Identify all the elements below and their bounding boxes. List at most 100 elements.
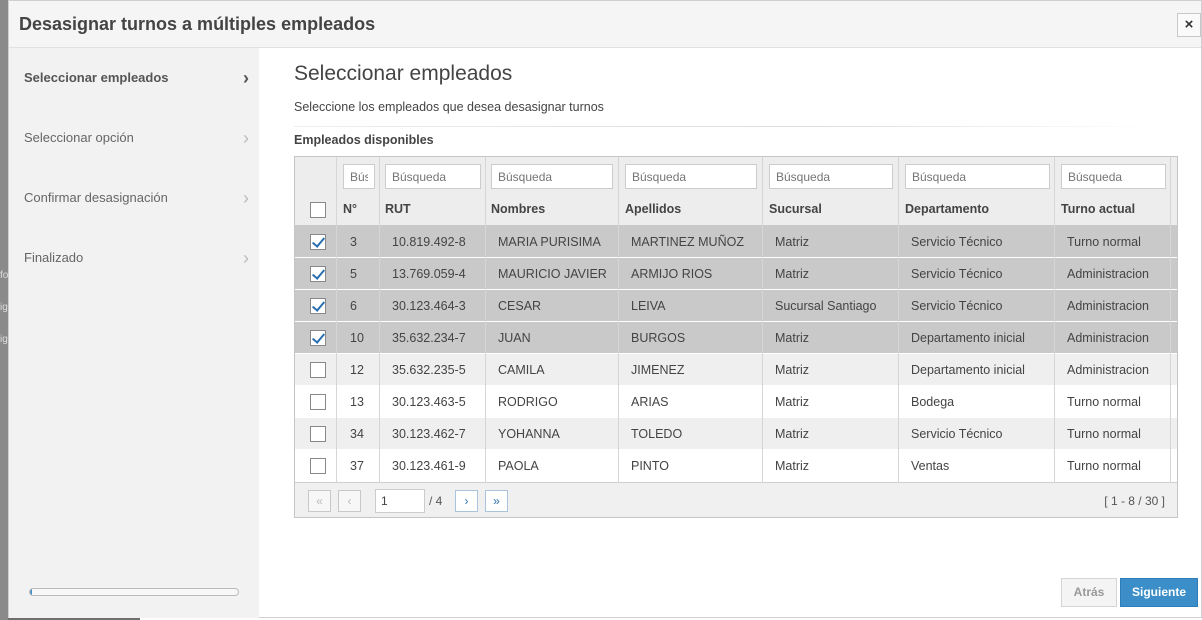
chevron-right-icon: › [243, 68, 249, 88]
step-label: Finalizado [24, 250, 84, 265]
cell-sucursal: Matriz [775, 363, 810, 377]
row-checkbox[interactable] [310, 394, 326, 410]
cell-sucursal: Matriz [775, 459, 810, 473]
column-separator [336, 157, 337, 482]
cell-turno: Turno normal [1067, 427, 1141, 441]
table-row[interactable]: 12 35.632.235-5 CAMILA JIMENEZ Matriz Departa… [295, 354, 1177, 386]
next-button[interactable]: Siguiente [1120, 578, 1198, 607]
row-checkbox[interactable] [310, 426, 326, 442]
pagination-info: [ 1 - 8 / 30 ] [1104, 494, 1165, 508]
row-checkbox[interactable] [310, 362, 326, 378]
page-number-input[interactable]: 1 [375, 489, 425, 513]
close-button[interactable]: × [1177, 13, 1201, 37]
cell-nombres: PAOLA [498, 459, 539, 473]
cell-n: 37 [350, 459, 364, 473]
back-button[interactable]: Atrás [1061, 578, 1117, 607]
background-text-fragment: ig [0, 302, 8, 313]
prev-page-button[interactable]: ‹ [338, 490, 361, 512]
header-turno-actual[interactable]: Turno actual [1061, 202, 1135, 216]
table-row[interactable]: 13 30.123.463-5 RODRIGO ARIAS Matriz Bodega Tu… [295, 386, 1177, 418]
cell-departamento: Departamento inicial [911, 363, 1025, 377]
page-total: / 4 [429, 494, 443, 508]
filter-input-apellidos[interactable] [625, 164, 757, 189]
header-rut[interactable]: RUT [385, 202, 411, 216]
step-select-employees[interactable]: Seleccionar empleados › [24, 68, 249, 90]
cell-n: 3 [350, 235, 357, 249]
step-label: Confirmar desasignación [24, 190, 168, 205]
cell-rut: 30.123.462-7 [392, 427, 466, 441]
table-row[interactable]: 37 30.123.461-9 PAOLA PINTO Matriz Ventas Turn… [295, 450, 1177, 482]
first-page-button[interactable]: « [308, 490, 331, 512]
table-row[interactable]: 3 10.819.492-8 MARIA PURISIMA MARTINEZ MUÑO… [295, 226, 1177, 258]
column-separator [485, 157, 486, 482]
cell-nombres: RODRIGO [498, 395, 558, 409]
column-separator [898, 157, 899, 482]
table-row[interactable]: 10 35.632.234-7 JUAN BURGOS Matriz Departamen… [295, 322, 1177, 354]
cell-nombres: MAURICIO JAVIER [498, 267, 607, 281]
cell-sucursal: Matriz [775, 395, 810, 409]
cell-rut: 30.123.461-9 [392, 459, 466, 473]
table-row[interactable]: 34 30.123.462-7 YOHANNA TOLEDO Matriz Servici… [295, 418, 1177, 450]
cell-turno: Administracion [1067, 363, 1149, 377]
cell-sucursal: Matriz [775, 267, 810, 281]
modal-header: Desasignar turnos a múltiples empleados … [9, 1, 1201, 48]
cell-apellidos: BURGOS [631, 331, 686, 345]
cell-departamento: Servicio Técnico [911, 299, 1003, 313]
page-subtitle: Seleccione los empleados que desea desas… [294, 100, 604, 114]
cell-turno: Administracion [1067, 267, 1149, 281]
table-row[interactable]: 6 30.123.464-3 CESAR LEIVA Sucursal Santiago… [295, 290, 1177, 322]
column-separator [762, 157, 763, 482]
step-finished[interactable]: Finalizado › [24, 248, 249, 270]
filter-input-departamento[interactable] [905, 164, 1050, 189]
step-select-option[interactable]: Seleccionar opción › [24, 128, 249, 150]
column-separator [1054, 157, 1055, 482]
filter-input-nombres[interactable] [491, 164, 613, 189]
header-nombres[interactable]: Nombres [491, 202, 545, 216]
table-row[interactable]: 5 13.769.059-4 MAURICIO JAVIER ARMIJO RIOS M… [295, 258, 1177, 290]
step-confirm-unassignment[interactable]: Confirmar desasignación › [24, 188, 249, 210]
cell-nombres: YOHANNA [498, 427, 560, 441]
divider [294, 126, 1154, 127]
row-checkbox[interactable] [310, 266, 326, 282]
chevron-right-icon: › [243, 128, 249, 148]
select-all-checkbox[interactable] [310, 202, 326, 218]
filter-input-rut[interactable] [385, 164, 481, 189]
row-checkbox[interactable] [310, 458, 326, 474]
employees-table: N° RUT Nombres Apellidos Sucursal Depart… [294, 156, 1178, 518]
cell-n: 13 [350, 395, 364, 409]
cell-departamento: Bodega [911, 395, 955, 409]
cell-n: 34 [350, 427, 364, 441]
page-title: Seleccionar empleados [294, 62, 513, 85]
cell-rut: 30.123.464-3 [392, 299, 466, 313]
header-n[interactable]: N° [343, 202, 357, 216]
row-checkbox[interactable] [310, 234, 326, 250]
filter-input-turno[interactable] [1061, 164, 1166, 189]
cell-departamento: Servicio Técnico [911, 267, 1003, 281]
header-departamento[interactable]: Departamento [905, 202, 989, 216]
cell-n: 10 [350, 331, 364, 345]
background-text-fragment: ig [0, 334, 8, 345]
step-label: Seleccionar empleados [24, 70, 169, 85]
wizard-steps-sidebar: Seleccionar empleados › Seleccionar opci… [9, 48, 259, 618]
last-page-button[interactable]: » [485, 490, 508, 512]
cell-turno: Administracion [1067, 331, 1149, 345]
filter-input-n[interactable] [343, 164, 375, 189]
cell-departamento: Servicio Técnico [911, 427, 1003, 441]
filter-input-sucursal[interactable] [769, 164, 893, 189]
cell-apellidos: PINTO [631, 459, 669, 473]
header-apellidos[interactable]: Apellidos [625, 202, 681, 216]
cell-nombres: CAMILA [498, 363, 545, 377]
row-checkbox[interactable] [310, 298, 326, 314]
cell-rut: 35.632.234-7 [392, 331, 466, 345]
cell-n: 12 [350, 363, 364, 377]
unassign-shifts-modal: Desasignar turnos a múltiples empleados … [8, 0, 1202, 618]
cell-apellidos: ARIAS [631, 395, 669, 409]
cell-sucursal: Matriz [775, 235, 810, 249]
progress-fill [30, 589, 33, 595]
row-checkbox[interactable] [310, 330, 326, 346]
cell-rut: 35.632.235-5 [392, 363, 466, 377]
header-sucursal[interactable]: Sucursal [769, 202, 822, 216]
next-page-button[interactable]: › [455, 490, 478, 512]
column-separator [618, 157, 619, 482]
cell-departamento: Servicio Técnico [911, 235, 1003, 249]
